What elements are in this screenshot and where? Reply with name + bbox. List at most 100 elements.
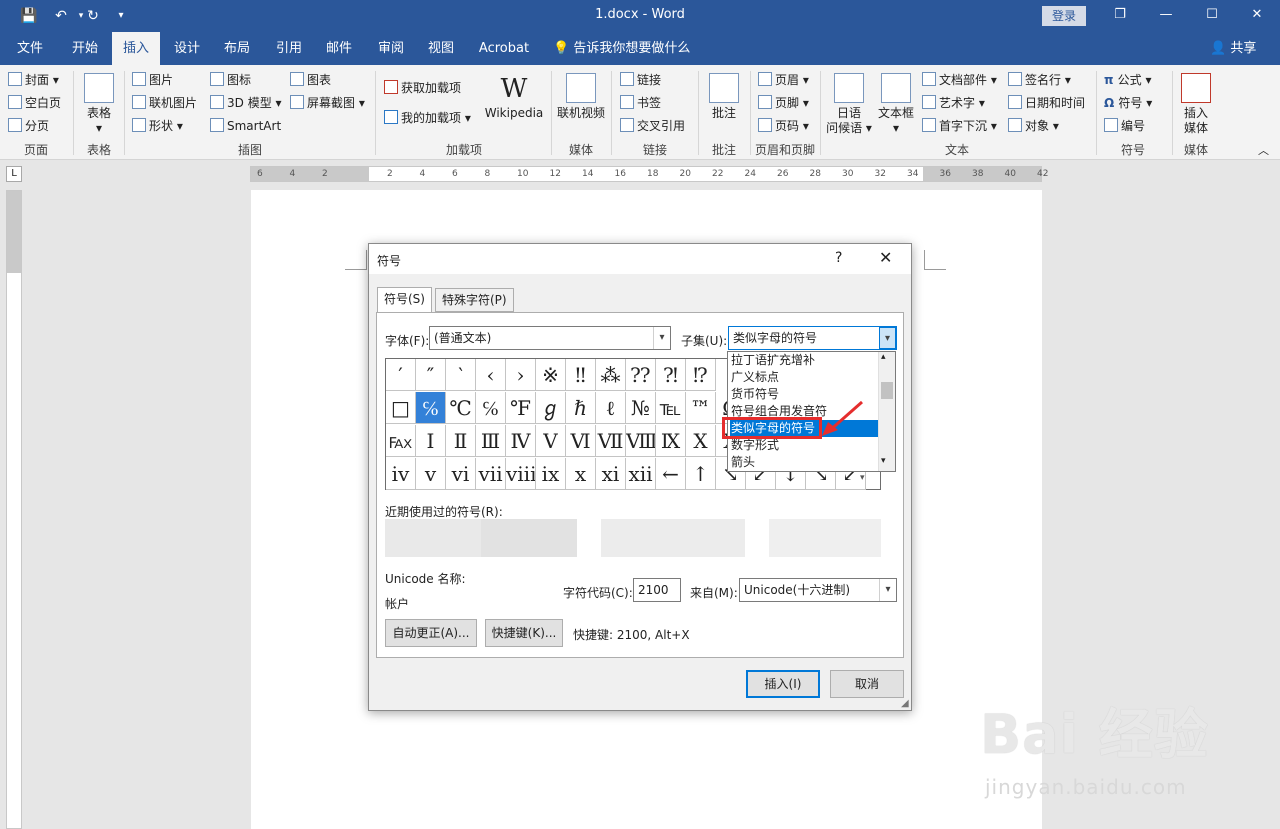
symbol-cell[interactable]: Ⅷ xyxy=(626,425,656,457)
tab-view[interactable]: 视图 xyxy=(420,32,462,65)
symbol-cell[interactable]: ⅻ xyxy=(626,458,656,490)
tab-references[interactable]: 引用 xyxy=(268,32,310,65)
symbol-cell[interactable]: ⁉ xyxy=(686,359,716,391)
grid-scroll-down-icon[interactable]: ▾ xyxy=(860,473,865,483)
footer-button[interactable]: 页脚 ▾ xyxy=(758,93,809,113)
cancel-button[interactable]: 取消 xyxy=(830,670,904,698)
date-time-button[interactable]: 日期和时间 xyxy=(1008,93,1085,113)
symbol-cell[interactable]: ⁈ xyxy=(656,359,686,391)
from-select[interactable]: Unicode(十六进制) ▾ xyxy=(739,578,897,602)
collapse-ribbon-icon[interactable]: ︿ xyxy=(1258,141,1269,161)
close-button[interactable]: ✕ xyxy=(1234,0,1280,32)
cover-page-button[interactable]: 封面 ▾ xyxy=(8,70,59,90)
symbol-button[interactable]: Ω 符号 ▾ xyxy=(1104,93,1152,113)
symbol-cell[interactable]: ℓ xyxy=(596,392,626,424)
symbol-cell[interactable]: ⁇ xyxy=(626,359,656,391)
textbox-button[interactable]: 文本框 ▾ xyxy=(876,73,916,136)
symbol-cell[interactable]: ℉ xyxy=(506,392,536,424)
symbol-cell[interactable]: ※ xyxy=(536,359,566,391)
minimize-button[interactable]: — xyxy=(1143,0,1189,32)
login-button[interactable]: 登录 xyxy=(1042,6,1086,26)
char-code-input[interactable]: 2100 xyxy=(633,578,681,602)
symbol-cell[interactable]: ℡ xyxy=(656,392,686,424)
symbol-cell[interactable]: ↑ xyxy=(686,458,716,490)
symbol-cell[interactable]: ⅹ xyxy=(566,458,596,490)
symbol-cell[interactable]: ℅ xyxy=(476,392,506,424)
icons-button[interactable]: 图标 xyxy=(210,70,251,90)
symbol-cell[interactable]: ⅺ xyxy=(596,458,626,490)
symbol-cell[interactable]: ″ xyxy=(416,359,446,391)
insert-media-button[interactable]: 插入 媒体 xyxy=(1178,73,1214,136)
tab-home[interactable]: 开始 xyxy=(62,32,108,65)
wikipedia-button[interactable]: W Wikipedia xyxy=(484,73,544,121)
symbol-cell[interactable]: › xyxy=(506,359,536,391)
scroll-up-icon[interactable]: ▴ xyxy=(881,352,886,362)
autocorrect-button[interactable]: 自动更正(A)... xyxy=(385,619,477,647)
symbol-cell[interactable]: ℊ xyxy=(536,392,566,424)
bookmark-button[interactable]: 书签 xyxy=(620,93,661,113)
subset-option[interactable]: 箭头 xyxy=(730,454,878,471)
link-button[interactable]: 链接 xyxy=(620,70,661,90)
symbol-cell[interactable]: Ⅸ xyxy=(656,425,686,457)
japanese-greeting-button[interactable]: 日语 问候语 ▾ xyxy=(824,73,874,136)
tab-symbols[interactable]: 符号(S) xyxy=(377,287,432,313)
my-addins-button[interactable]: 我的加载项 ▾ xyxy=(384,108,471,128)
symbol-cell[interactable]: ⅴ xyxy=(416,458,446,490)
symbol-cell[interactable]: Ⅴ xyxy=(536,425,566,457)
object-button[interactable]: 对象 ▾ xyxy=(1008,116,1059,136)
shortcut-key-button[interactable]: 快捷键(K)... xyxy=(485,619,563,647)
symbol-cell[interactable]: № xyxy=(626,392,656,424)
ribbon-display-options-icon[interactable]: ❐ xyxy=(1097,0,1143,32)
tab-design[interactable]: 设计 xyxy=(166,32,208,65)
tab-acrobat[interactable]: Acrobat xyxy=(474,32,534,65)
symbol-cell[interactable]: Ⅳ xyxy=(506,425,536,457)
online-pictures-button[interactable]: 联机图片 xyxy=(132,93,197,113)
symbol-cell[interactable]: ℏ xyxy=(566,392,596,424)
pictures-button[interactable]: 图片 xyxy=(132,70,173,90)
screenshot-button[interactable]: 屏幕截图 ▾ xyxy=(290,93,365,113)
scroll-thumb[interactable] xyxy=(881,382,893,399)
symbol-cell[interactable]: ™ xyxy=(686,392,716,424)
vertical-ruler[interactable] xyxy=(6,190,22,829)
symbol-cell[interactable]: ⅷ xyxy=(506,458,536,490)
tab-review[interactable]: 审阅 xyxy=(370,32,412,65)
symbol-cell[interactable]: Ⅲ xyxy=(476,425,506,457)
header-button[interactable]: 页眉 ▾ xyxy=(758,70,809,90)
get-addins-button[interactable]: 获取加载项 xyxy=(384,78,461,98)
symbol-cell[interactable]: ℅ xyxy=(416,392,446,424)
online-video-button[interactable]: 联机视频 xyxy=(556,73,606,121)
wordart-button[interactable]: 艺术字 ▾ xyxy=(922,93,985,113)
subset-option[interactable]: 拉丁语扩充增补 xyxy=(730,352,878,369)
symbol-cell[interactable]: Ⅰ xyxy=(416,425,446,457)
tab-mailings[interactable]: 邮件 xyxy=(318,32,360,65)
share-button[interactable]: 👤 共享 xyxy=(1210,32,1256,65)
quick-parts-button[interactable]: 文档部件 ▾ xyxy=(922,70,997,90)
symbol-cell[interactable]: ⅸ xyxy=(536,458,566,490)
smartart-button[interactable]: SmartArt xyxy=(210,116,281,136)
maximize-button[interactable]: ☐ xyxy=(1189,0,1235,32)
tell-me-box[interactable]: 💡 告诉我你想要做什么 xyxy=(553,32,690,65)
drop-cap-button[interactable]: 首字下沉 ▾ xyxy=(922,116,997,136)
page-break-button[interactable]: 分页 xyxy=(8,116,49,136)
symbol-cell[interactable]: ← xyxy=(656,458,686,490)
equation-button[interactable]: π 公式 ▾ xyxy=(1104,70,1152,90)
symbol-cell[interactable]: ‵ xyxy=(446,359,476,391)
symbol-cell[interactable]: Ⅶ xyxy=(596,425,626,457)
symbol-cell[interactable]: Ⅵ xyxy=(566,425,596,457)
symbol-cell[interactable]: ‹ xyxy=(476,359,506,391)
symbol-cell[interactable]: ⁂ xyxy=(596,359,626,391)
shapes-button[interactable]: 形状 ▾ xyxy=(132,116,183,136)
tab-selector[interactable]: L xyxy=(6,166,22,182)
tab-layout[interactable]: 布局 xyxy=(216,32,258,65)
subset-option[interactable]: 广义标点 xyxy=(730,369,878,386)
resize-grip-icon[interactable]: ◢ xyxy=(901,698,909,709)
subset-option[interactable]: 数字形式 xyxy=(730,437,878,454)
subset-select[interactable]: 类似字母的符号 ▾ xyxy=(728,326,897,350)
blank-page-button[interactable]: 空白页 xyxy=(8,93,61,113)
3d-model-button[interactable]: 3D 模型 ▾ xyxy=(210,93,282,113)
symbol-cell[interactable]: ‼ xyxy=(566,359,596,391)
symbol-cell[interactable]: □ xyxy=(386,392,416,424)
symbol-cell[interactable]: ℻ xyxy=(386,425,416,457)
insert-button[interactable]: 插入(I) xyxy=(746,670,820,698)
dialog-close-button[interactable]: ✕ xyxy=(879,248,892,267)
